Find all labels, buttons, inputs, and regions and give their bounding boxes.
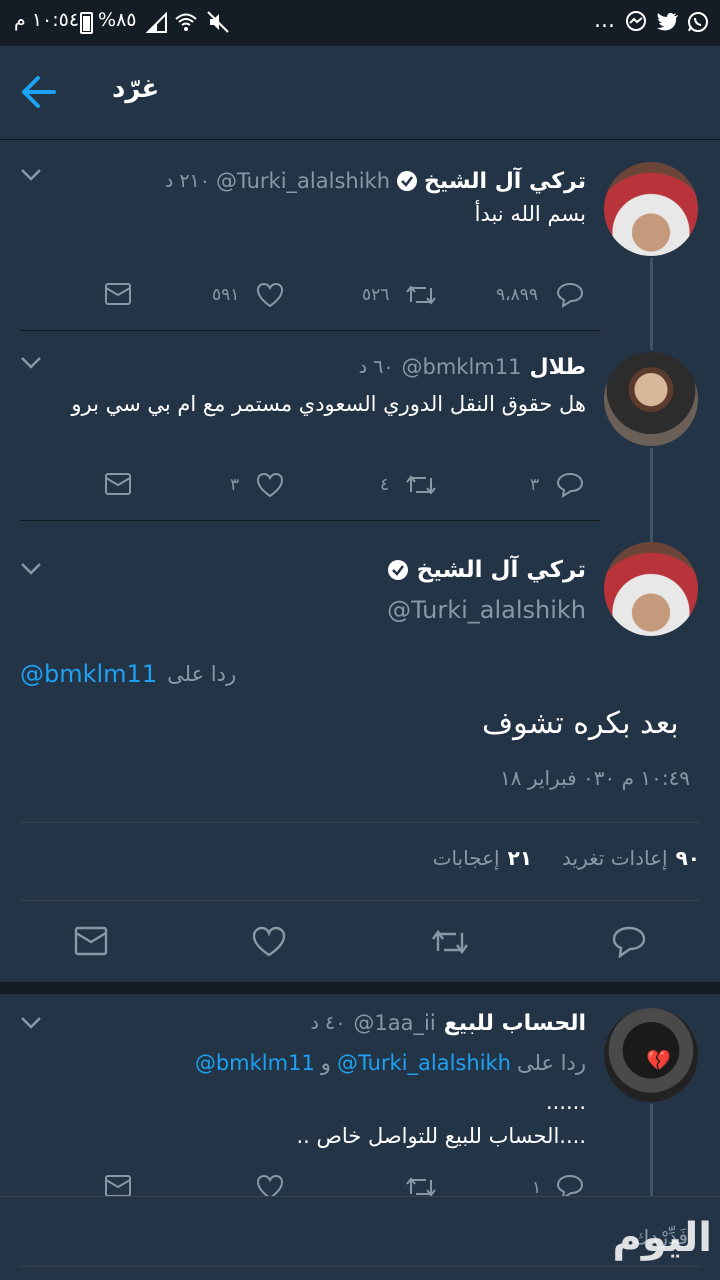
dm-envelope-icon[interactable] xyxy=(74,926,108,956)
reply-count: ٩،٨٩٩ xyxy=(496,285,539,305)
avatar[interactable]: 💔 xyxy=(604,1008,698,1102)
author-handle[interactable]: @Turki_alalshikh xyxy=(124,596,586,624)
author-name[interactable]: تركي آل الشيخ xyxy=(417,557,586,583)
likes-label[interactable]: إعجابات xyxy=(433,846,500,870)
wifi-icon xyxy=(174,10,198,34)
tweet-text-line: ....الحساب للبيع للتواصل خاص .. xyxy=(296,1124,586,1148)
retweet-count: ٤ xyxy=(380,475,390,495)
reply-context: @bmklm11 ردا على xyxy=(20,658,600,690)
tweet-text: هل حقوق النقل الدوري السعودي مستمر مع ام… xyxy=(71,392,586,416)
likes-count[interactable]: ٢١ xyxy=(508,846,532,870)
tweet-header: طلال @bmklm11 ٦٠ د xyxy=(124,352,586,382)
author-name[interactable]: تركي آل الشيخ xyxy=(424,169,586,194)
battery-percent: %٨٥ xyxy=(98,9,137,31)
tweet-time: ٢١٠ د xyxy=(164,170,210,192)
like-count: ٣ xyxy=(230,475,240,495)
author-name[interactable]: طلال xyxy=(529,355,586,380)
messenger-icon xyxy=(624,10,648,34)
tweet-text-line: ...... xyxy=(545,1090,586,1114)
dm-envelope-icon[interactable] xyxy=(104,282,132,306)
chevron-down-icon[interactable] xyxy=(20,1016,42,1030)
reply-count: ٣ xyxy=(530,475,540,495)
section-separator xyxy=(0,982,720,994)
like-count: ٥٩١ xyxy=(212,285,240,305)
reply-composer: فَدِّرْدك اليوم xyxy=(0,1196,720,1280)
tweet-header: تركي آل الشيخ xyxy=(124,554,586,586)
avatar[interactable] xyxy=(604,542,698,636)
heart-icon[interactable] xyxy=(256,282,284,308)
reply-to-conj: و xyxy=(320,1051,331,1075)
heart-icon[interactable] xyxy=(252,926,286,958)
whatsapp-icon xyxy=(686,10,710,34)
retweet-icon[interactable] xyxy=(404,472,438,498)
divider xyxy=(20,900,700,901)
mute-icon xyxy=(206,10,230,34)
avatar[interactable] xyxy=(604,162,698,256)
reply-context: ردا على @Turki_alalshikh و @bmklm11 xyxy=(130,1048,586,1078)
thread-line xyxy=(650,520,653,542)
reply-to-handle[interactable]: @bmklm11 xyxy=(20,660,157,688)
chevron-down-icon[interactable] xyxy=(20,356,42,370)
tweet-time: ٤٠ د xyxy=(310,1012,346,1034)
tweet-thread: تركي آل الشيخ @Turki_alalshikh ٢١٠ د بسم… xyxy=(0,140,720,1200)
reply-to-prefix: ردا على xyxy=(167,662,237,686)
tweet-text: بسم الله نبدأ xyxy=(474,202,586,226)
reply-bubble-icon[interactable] xyxy=(556,472,584,498)
author-name[interactable]: الحساب للبيع xyxy=(444,1011,586,1036)
more-notifications: ... xyxy=(594,8,615,33)
divider xyxy=(20,822,700,823)
retweet-icon[interactable] xyxy=(404,282,438,308)
chevron-down-icon[interactable] xyxy=(20,562,42,576)
retweet-icon[interactable] xyxy=(430,926,470,958)
reply-to-handle[interactable]: @bmklm11 xyxy=(195,1051,315,1075)
watermark-logo: اليوم xyxy=(612,1215,712,1261)
retweet-count: ٥٢٦ xyxy=(362,285,390,305)
avatar[interactable] xyxy=(604,352,698,446)
dm-envelope-icon[interactable] xyxy=(104,1174,132,1198)
verified-badge-icon xyxy=(396,170,418,192)
retweets-label[interactable]: إعادات تغريد xyxy=(562,846,668,870)
twitter-bird-icon xyxy=(656,10,680,34)
retweets-count[interactable]: ٩٠ xyxy=(676,846,700,870)
thread-line xyxy=(650,330,653,348)
app-bar: غرّد xyxy=(0,46,720,140)
chevron-down-icon[interactable] xyxy=(20,168,42,182)
reply-count: ١ xyxy=(532,1178,542,1198)
divider xyxy=(20,330,600,331)
reply-bubble-icon[interactable] xyxy=(612,926,646,958)
tweet-time: ٦٠ د xyxy=(358,356,394,378)
author-handle[interactable]: @bmklm11 xyxy=(402,355,522,379)
reply-input[interactable]: فَدِّرْدك xyxy=(20,1211,700,1267)
signal-icon xyxy=(146,12,168,34)
thread-line xyxy=(650,1104,653,1196)
tweet-header: تركي آل الشيخ @Turki_alalshikh ٢١٠ د xyxy=(124,166,586,196)
tweet-stats: ٩٠ إعادات تغريد ٢١ إعجابات xyxy=(20,842,700,874)
author-handle[interactable]: @1aa_ii xyxy=(353,1011,435,1035)
back-arrow-icon[interactable] xyxy=(20,74,58,110)
verified-badge-icon xyxy=(387,559,409,581)
battery-icon xyxy=(80,12,93,34)
reply-to-prefix: ردا على xyxy=(517,1051,586,1075)
dm-envelope-icon[interactable] xyxy=(104,472,132,496)
tweet-header: الحساب للبيع @1aa_ii ٤٠ د xyxy=(124,1008,586,1038)
author-handle[interactable]: @Turki_alalshikh xyxy=(216,169,390,193)
page-title: غرّد xyxy=(112,74,160,104)
status-time: ١٠:٥٤ م xyxy=(14,9,80,31)
broken-heart-icon: 💔 xyxy=(646,1048,671,1072)
reply-to-handle[interactable]: @Turki_alalshikh xyxy=(337,1051,511,1075)
status-bar: ١٠:٥٤ م %٨٥ ... xyxy=(0,0,720,46)
reply-bubble-icon[interactable] xyxy=(556,282,584,308)
divider xyxy=(20,520,600,521)
heart-icon[interactable] xyxy=(256,472,284,498)
thread-line xyxy=(650,448,653,520)
